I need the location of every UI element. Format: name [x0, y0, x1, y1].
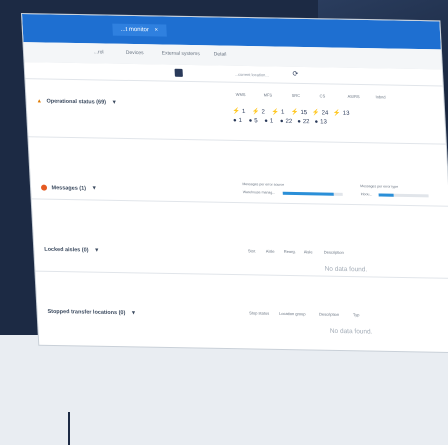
col-asrs: AS/RS — [347, 93, 360, 100]
col-inbnd: Inbnd — [375, 94, 386, 100]
circle-icon: ● — [297, 118, 302, 126]
refresh-icon[interactable]: ⟳ — [292, 70, 298, 78]
cell: 5 — [254, 118, 258, 125]
cell: 2 — [261, 109, 266, 116]
circle-icon: ● — [232, 117, 237, 124]
empty-state: No data found. — [324, 265, 368, 274]
bolt-icon: ⚡ — [251, 109, 260, 116]
bolt-icon: ⚡ — [232, 108, 241, 115]
cell: 1 — [280, 109, 285, 116]
subnav-item-control[interactable]: ...rol — [94, 49, 104, 55]
empty-state: No data found. — [329, 327, 373, 336]
chevron-down-icon: ▼ — [111, 99, 118, 106]
col-location-group: Location group — [278, 310, 306, 317]
col-reorg: Reorg. — [283, 248, 296, 255]
bar-label-inbound: Inbou... — [360, 192, 373, 197]
app-tab-label: ...t monitor — [120, 26, 150, 34]
bar-label-warehouse: Warehouse manag... — [242, 190, 276, 195]
row-errors: ● 1 ● 5 ● 1 ● 22 ● 22 ● 13 — [233, 118, 327, 126]
bolt-icon: ⚡ — [333, 110, 342, 117]
bolt-icon: ⚡ — [312, 110, 320, 117]
messages-section: Messages (1) ▼ Messages per error source… — [28, 136, 448, 207]
cell: 1 — [269, 118, 274, 125]
chevron-down-icon: ▼ — [93, 247, 100, 254]
cell: 22 — [302, 119, 310, 126]
alert-dot-icon — [40, 184, 48, 191]
close-icon[interactable]: × — [154, 27, 158, 33]
app-tab[interactable]: ...t monitor × — [112, 23, 167, 37]
row-warnings: ⚡ 1 ⚡ 2 ⚡ 1 ⚡ 15 ⚡ 24 ⚡ 13 — [232, 108, 349, 117]
bolt-icon: ⚡ — [290, 109, 299, 116]
col-description: Description — [323, 249, 344, 255]
operational-status-title[interactable]: ▲ Operational status (69) ▼ — [36, 98, 117, 105]
operational-status-label: Operational status (69) — [46, 98, 107, 106]
messages-title[interactable]: Messages (1) ▼ — [40, 184, 98, 193]
messages-label: Messages (1) — [51, 185, 87, 192]
stopped-locations-title[interactable]: Stopped transfer locations (0) ▼ — [47, 309, 136, 317]
bar-label-error-type: Messages per error type — [360, 184, 399, 189]
col-aisle: Aisle — [265, 248, 275, 254]
subnav-item-external-systems[interactable]: External systems — [162, 50, 200, 57]
col-stor: Stor. — [247, 248, 257, 254]
operational-status-section: ▲ Operational status (69) ▼ WMS MFS SRC … — [25, 78, 446, 145]
circle-icon: ● — [248, 118, 253, 125]
circle-icon: ● — [279, 118, 284, 125]
col-cs: CS — [319, 93, 326, 99]
locked-aisles-label: Locked aisles (0) — [44, 246, 89, 254]
cell: 1 — [241, 108, 246, 116]
app-screen: ...t monitor × ...rol Devices External s… — [22, 14, 448, 353]
bolt-icon: ⚡ — [271, 109, 280, 116]
subnav-item-devices[interactable]: Devices — [126, 50, 144, 56]
cell: 24 — [321, 110, 329, 117]
cell: 1 — [238, 117, 243, 125]
cell: 13 — [342, 110, 350, 117]
bar-error-source — [282, 191, 343, 196]
stopped-locations-section: Stopped transfer locations (0) ▼ Stop st… — [35, 271, 448, 352]
circle-icon: ● — [314, 119, 319, 126]
col-mfs: MFS — [263, 92, 273, 98]
bar-error-type — [378, 193, 429, 198]
locked-aisles-title[interactable]: Locked aisles (0) ▼ — [44, 247, 100, 254]
chevron-down-icon: ▼ — [130, 310, 137, 317]
locked-aisles-section: Locked aisles (0) ▼ Stor. Aisle Reorg. A… — [31, 198, 448, 279]
warning-icon: ▲ — [36, 98, 43, 105]
cell: 22 — [285, 118, 293, 125]
background-stroke — [68, 412, 70, 445]
col-wms: WMS — [235, 91, 246, 98]
filter-icon[interactable] — [174, 68, 183, 77]
bar-label-error-source: Messages per error source — [242, 182, 285, 187]
toolbar-label: ...current location... — [234, 71, 269, 78]
cell: 13 — [320, 119, 328, 126]
col-src: SRC — [291, 92, 301, 98]
circle-icon: ● — [264, 118, 269, 125]
cell: 15 — [300, 110, 308, 117]
col-description: Description — [318, 311, 340, 317]
col-aisle-2: Aisle — [303, 249, 313, 255]
chevron-down-icon: ▼ — [91, 185, 98, 193]
col-stop-status: Stop status — [248, 310, 270, 316]
col-type: Typ — [352, 312, 360, 318]
subnav-item-detail[interactable]: Detail — [214, 51, 227, 57]
stopped-locations-label: Stopped transfer locations (0) — [47, 308, 126, 317]
